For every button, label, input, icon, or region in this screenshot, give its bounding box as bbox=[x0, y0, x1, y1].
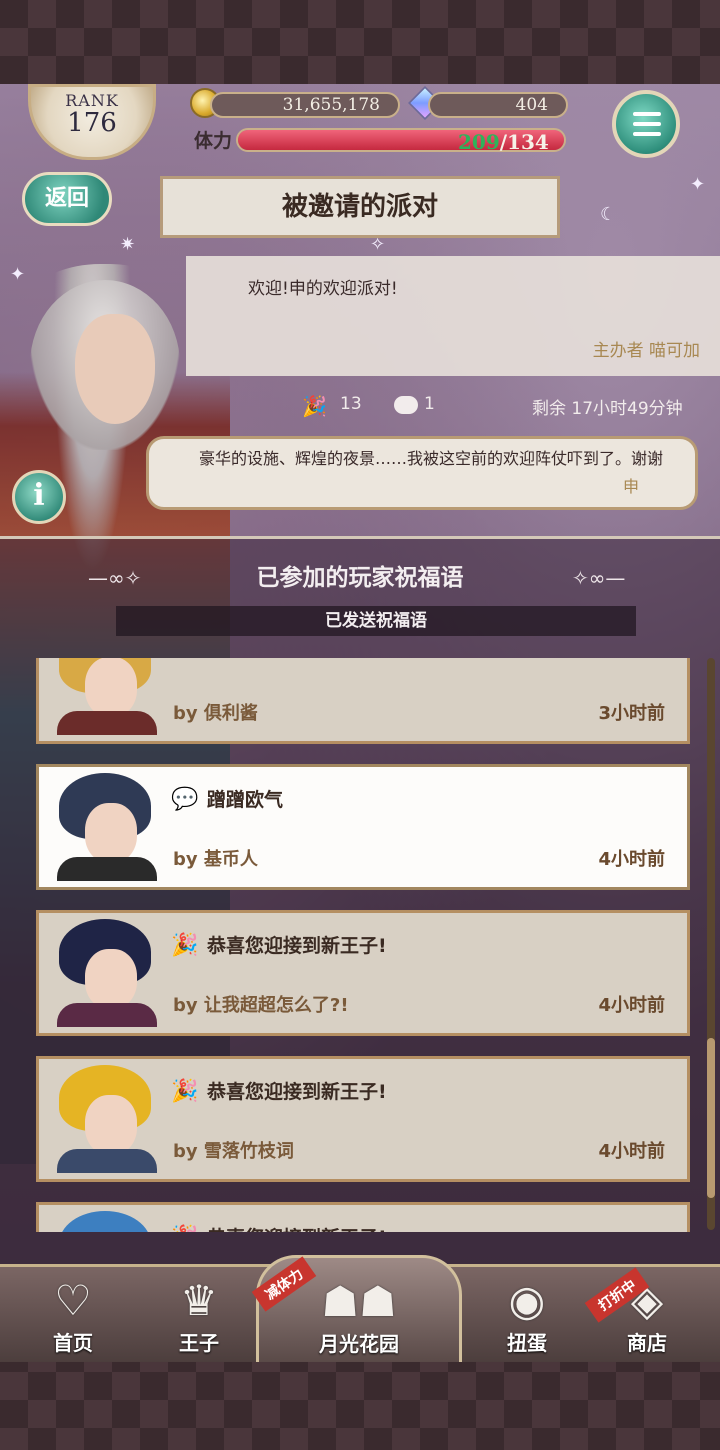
blessing-card[interactable]: 🎉 恭喜您迎接到新王子! by 雪落竹枝词 4小时前 bbox=[36, 1056, 690, 1182]
sparkle-icon: ✦ bbox=[690, 174, 706, 195]
avatar bbox=[49, 1211, 161, 1232]
stamina-label: 体力 bbox=[194, 130, 233, 152]
nav-garden[interactable]: 减体力 ☗☗ 月光花园 bbox=[251, 1255, 462, 1362]
avatar-face bbox=[85, 803, 137, 863]
avatar bbox=[49, 919, 161, 1027]
avatar-body bbox=[57, 1149, 157, 1173]
speech-bubble: 豪华的设施、辉煌的夜景……我被这空前的欢迎阵仗吓到了。谢谢 申 bbox=[146, 436, 698, 510]
blessing-message: 恭喜您迎接到新王子! bbox=[207, 935, 387, 957]
blessing-author: by 基币人 bbox=[173, 849, 258, 870]
nav-home-label: 首页 bbox=[53, 1331, 93, 1355]
crown-icon: ♛ bbox=[180, 1276, 218, 1325]
avatar-hair bbox=[59, 1211, 151, 1232]
avatar-body bbox=[57, 1003, 157, 1027]
menu-icon-line bbox=[633, 122, 661, 126]
garden-characters-icon: ☗☗ bbox=[321, 1277, 397, 1326]
moon-icon: ☾ bbox=[600, 204, 617, 225]
nav-prince-label: 王子 bbox=[179, 1331, 219, 1355]
speech-text: 豪华的设施、辉煌的夜景……我被这空前的欢迎阵仗吓到了。谢谢 bbox=[199, 449, 664, 468]
host-character-face bbox=[75, 314, 155, 424]
avatar-body bbox=[57, 711, 157, 735]
confetti-count: 13 bbox=[340, 394, 362, 414]
nav-garden-label: 月光花园 bbox=[319, 1332, 399, 1356]
coin-counter: 31,655,178 bbox=[210, 92, 400, 118]
blessing-author: by 雪落竹枝词 bbox=[173, 1141, 294, 1162]
confetti-icon: 🎉 bbox=[302, 394, 327, 418]
blessing-author: by 让我超超怎么了?! bbox=[173, 995, 349, 1016]
avatar-face bbox=[85, 949, 137, 1009]
blessing-card[interactable]: by 俱利酱 3小时前 bbox=[36, 658, 690, 744]
blessing-message: 恭喜您迎接到新王子! bbox=[207, 1081, 387, 1103]
confetti-icon: 🎉 bbox=[171, 1079, 199, 1104]
chat-bubble-icon bbox=[394, 396, 418, 414]
game-screen: ✦ ✷ ☾ ✦ ✧ RANK 176 31,655,178 404 体力 209… bbox=[0, 84, 720, 1362]
host-message-panel: 欢迎!申的欢迎派对! 主办者 喵可加 bbox=[186, 256, 720, 376]
blessing-time: 4小时前 bbox=[598, 849, 665, 870]
avatar-face bbox=[85, 658, 137, 717]
party-stats: 🎉 13 1 剩余 17小时49分钟 bbox=[296, 390, 716, 420]
sent-blessings-tab[interactable]: 已发送祝福语 bbox=[116, 606, 636, 636]
heart-icon: ♡ bbox=[54, 1276, 92, 1325]
nav-home[interactable]: ♡ 首页 bbox=[18, 1275, 128, 1361]
scrollbar-thumb[interactable] bbox=[707, 1038, 715, 1198]
avatar-body bbox=[57, 857, 157, 881]
time-remaining: 剩余 17小时49分钟 bbox=[532, 399, 683, 419]
blessing-card[interactable]: 🎉 恭喜您迎接到新王子! bbox=[36, 1202, 690, 1232]
confetti-icon: 🎉 bbox=[171, 1225, 198, 1232]
gacha-egg-icon: ◉ bbox=[508, 1276, 546, 1325]
list-scrollbar[interactable] bbox=[707, 658, 715, 1230]
stamina-readout: 209/134 bbox=[458, 130, 549, 154]
nav-shop-label: 商店 bbox=[627, 1331, 667, 1355]
host-name: 主办者 喵可加 bbox=[592, 341, 700, 361]
blessing-time: 4小时前 bbox=[598, 995, 665, 1016]
nav-gacha[interactable]: ◉ 扭蛋 bbox=[472, 1275, 582, 1361]
blessing-card[interactable]: 🎉 恭喜您迎接到新王子! by 让我超超怎么了?! 4小时前 bbox=[36, 910, 690, 1036]
avatar bbox=[49, 1065, 161, 1173]
avatar bbox=[49, 773, 161, 881]
blessing-time: 3小时前 bbox=[598, 703, 665, 724]
blessing-list[interactable]: by 俱利酱 3小时前 💬 蹭蹭欧气 by 基币人 4小时前 🎉 恭喜您迎接到新… bbox=[0, 658, 720, 1232]
bottom-nav: ♡ 首页 ♛ 王子 减体力 ☗☗ 月光花园 ◉ 扭蛋 打折中 ◈ 商店 bbox=[0, 1255, 720, 1362]
host-message: 欢迎!申的欢迎派对! bbox=[248, 279, 398, 299]
avatar-face bbox=[85, 1095, 137, 1155]
nav-shop[interactable]: 打折中 ◈ 商店 bbox=[584, 1267, 702, 1361]
blessing-message: 蹭蹭欧气 bbox=[207, 789, 284, 811]
info-button[interactable]: i bbox=[12, 470, 66, 524]
page-title: 被邀请的派对 bbox=[160, 176, 560, 238]
sparkle-icon: ✦ bbox=[10, 264, 26, 285]
nav-prince[interactable]: ♛ 王子 bbox=[144, 1275, 254, 1361]
menu-button[interactable] bbox=[612, 90, 680, 158]
stamina-max: /134 bbox=[499, 130, 549, 154]
chat-bubble-icon: 💬 bbox=[171, 787, 199, 812]
rank-value: 176 bbox=[67, 108, 117, 138]
comment-count: 1 bbox=[424, 394, 435, 414]
blessing-time: 4小时前 bbox=[598, 1141, 665, 1162]
back-button[interactable]: 返回 bbox=[22, 172, 112, 226]
blessing-message: 恭喜您迎接到新王子! bbox=[207, 1223, 387, 1232]
stamina-current: 209 bbox=[458, 130, 500, 154]
avatar bbox=[49, 658, 161, 735]
rank-badge: RANK 176 bbox=[28, 84, 156, 160]
flourish-right-icon: ✧∞— bbox=[572, 566, 626, 590]
blessing-author: by 俱利酱 bbox=[173, 703, 258, 724]
nav-gacha-label: 扭蛋 bbox=[507, 1331, 547, 1355]
gem-counter: 404 bbox=[428, 92, 568, 118]
confetti-icon: 🎉 bbox=[171, 933, 199, 958]
menu-icon-line bbox=[633, 132, 661, 136]
sparkle-icon: ✷ bbox=[120, 234, 136, 255]
menu-icon-line bbox=[633, 112, 661, 116]
blessing-card[interactable]: 💬 蹭蹭欧气 by 基币人 4小时前 bbox=[36, 764, 690, 890]
speech-from: 申 bbox=[622, 477, 639, 496]
